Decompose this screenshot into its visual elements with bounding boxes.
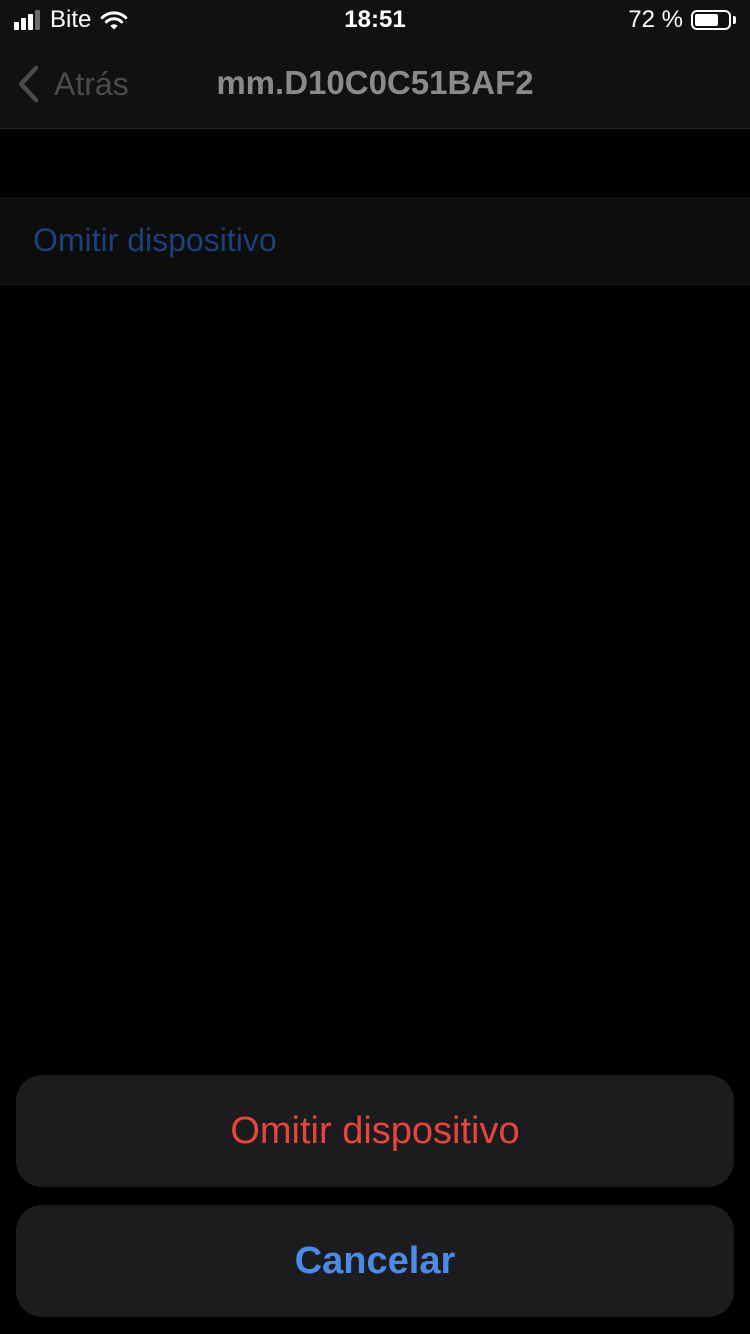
navigation-bar: Atrás mm.D10C0C51BAF2 bbox=[0, 40, 750, 129]
omit-device-cell-label: Omitir dispositivo bbox=[33, 222, 277, 258]
status-right: 72 % bbox=[628, 6, 736, 34]
omit-device-button[interactable]: Omitir dispositivo bbox=[16, 1075, 734, 1187]
omit-device-button-label: Omitir dispositivo bbox=[230, 1109, 520, 1152]
cancel-button-label: Cancelar bbox=[294, 1239, 456, 1282]
status-bar: Bite 18:51 72 % bbox=[0, 0, 750, 40]
battery-icon bbox=[691, 10, 731, 30]
page-title: mm.D10C0C51BAF2 bbox=[216, 64, 534, 101]
battery-fill bbox=[695, 14, 718, 26]
omit-device-cell[interactable]: Omitir dispositivo bbox=[0, 198, 750, 285]
cancel-button[interactable]: Cancelar bbox=[16, 1205, 734, 1317]
battery-cap bbox=[733, 16, 736, 24]
battery-percentage: 72 % bbox=[628, 6, 683, 33]
